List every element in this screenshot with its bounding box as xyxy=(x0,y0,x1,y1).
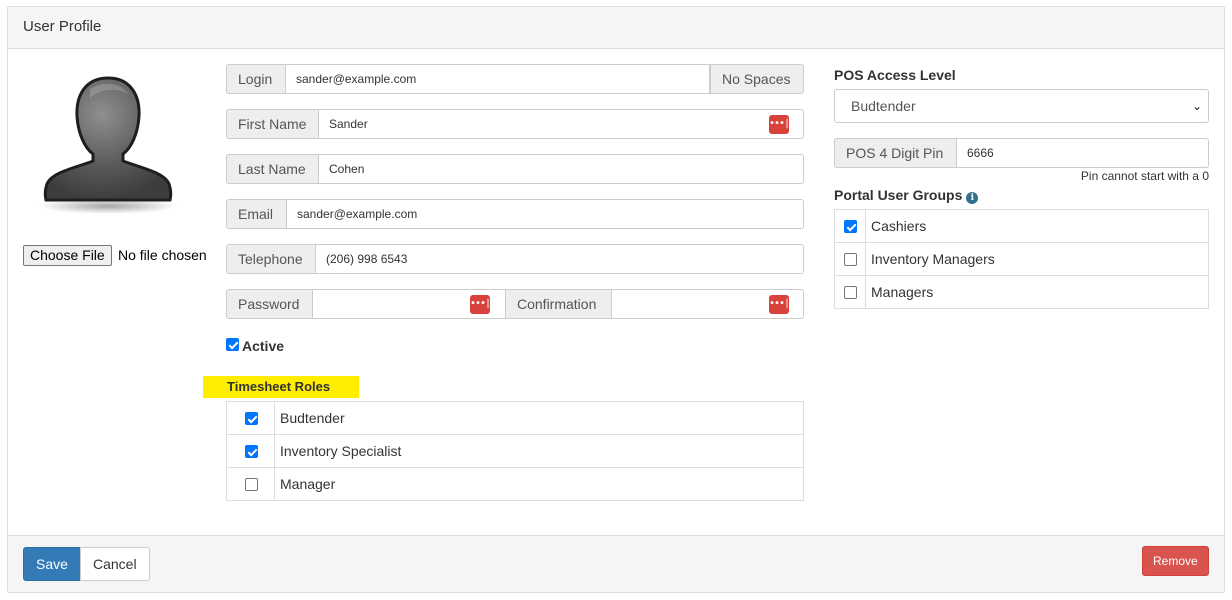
telephone-input[interactable]: (206) 998 6543 xyxy=(316,244,804,274)
first-name-label: First Name xyxy=(226,109,319,139)
telephone-group: Telephone (206) 998 6543 xyxy=(226,244,804,274)
login-group: Login sander@example.com No Spaces xyxy=(226,64,804,94)
last-name-group: Last Name Cohen xyxy=(226,154,804,184)
email-group: Email sander@example.com xyxy=(226,199,804,229)
pin-help-text: Pin cannot start with a 0 xyxy=(1080,169,1209,183)
table-row[interactable]: Managers xyxy=(834,275,1209,309)
group-checkbox-cashiers[interactable] xyxy=(844,220,857,233)
role-checkbox-inventory-specialist[interactable] xyxy=(245,445,258,458)
first-name-value: Sander xyxy=(329,117,368,131)
confirmation-label: Confirmation xyxy=(506,289,612,319)
role-label: Budtender xyxy=(274,401,804,435)
password-label: Password xyxy=(226,289,313,319)
chevron-down-icon: ⌄ xyxy=(1191,99,1202,113)
password-manager-icon[interactable]: •••| xyxy=(769,295,790,314)
table-row[interactable]: Inventory Managers xyxy=(834,242,1209,276)
table-row[interactable]: Manager xyxy=(226,467,804,501)
table-row[interactable]: Inventory Specialist xyxy=(226,434,804,468)
login-label: Login xyxy=(226,64,286,94)
panel-footer xyxy=(8,535,1224,592)
table-row[interactable]: Budtender xyxy=(226,401,804,435)
pos-access-level-value: Budtender xyxy=(851,98,916,114)
pos-pin-group: POS 4 Digit Pin 6666 xyxy=(834,138,1209,168)
choose-file-button[interactable]: Choose File xyxy=(23,245,112,266)
login-input[interactable]: sander@example.com xyxy=(286,64,710,94)
portal-groups-table: Cashiers Inventory Managers Managers xyxy=(834,209,1209,309)
info-icon[interactable]: i xyxy=(966,192,979,204)
password-group: Password •••| Confirmation •••| xyxy=(226,289,804,319)
timesheet-roles-table: Budtender Inventory Specialist Manager xyxy=(226,401,804,501)
active-label: Active xyxy=(242,338,285,354)
save-button[interactable]: Save xyxy=(23,547,81,581)
role-label: Manager xyxy=(274,467,804,501)
group-label: Managers xyxy=(865,275,1209,309)
first-name-group: First Name Sander •••| xyxy=(226,109,804,139)
role-checkbox-budtender[interactable] xyxy=(245,412,258,425)
group-checkbox-inventory-managers[interactable] xyxy=(844,253,857,266)
last-name-input[interactable]: Cohen xyxy=(319,154,804,184)
no-spaces-addon: No Spaces xyxy=(710,64,804,94)
portal-user-groups-title-text: Portal User Groups xyxy=(834,187,963,203)
portal-user-groups-title: Portal User Groups i xyxy=(834,187,979,204)
table-row[interactable]: Cashiers xyxy=(834,209,1209,243)
password-input[interactable]: •••| xyxy=(313,289,506,319)
group-label: Cashiers xyxy=(865,209,1209,243)
active-checkbox[interactable] xyxy=(226,338,239,351)
pos-access-level-label: POS Access Level xyxy=(834,67,956,83)
last-name-label: Last Name xyxy=(226,154,319,184)
group-label: Inventory Managers xyxy=(865,242,1209,276)
group-checkbox-managers[interactable] xyxy=(844,286,857,299)
cancel-button[interactable]: Cancel xyxy=(80,547,150,581)
pos-pin-label: POS 4 Digit Pin xyxy=(834,138,957,168)
role-label: Inventory Specialist xyxy=(274,434,804,468)
email-label: Email xyxy=(226,199,287,229)
pos-access-level-select[interactable]: Budtender ⌄ xyxy=(834,89,1209,123)
email-input[interactable]: sander@example.com xyxy=(287,199,804,229)
role-checkbox-manager[interactable] xyxy=(245,478,258,491)
password-manager-icon[interactable]: •••| xyxy=(470,295,491,314)
pos-pin-input[interactable]: 6666 xyxy=(957,138,1209,168)
password-manager-icon[interactable]: •••| xyxy=(769,115,790,134)
confirmation-input[interactable]: •••| xyxy=(612,289,804,319)
panel-title: User Profile xyxy=(8,7,1224,49)
file-status: No file chosen xyxy=(118,247,207,263)
remove-button[interactable]: Remove xyxy=(1142,546,1209,576)
telephone-label: Telephone xyxy=(226,244,316,274)
first-name-input[interactable]: Sander •••| xyxy=(319,109,804,139)
timesheet-roles-title: Timesheet Roles xyxy=(227,379,331,394)
user-silhouette-icon xyxy=(38,76,178,214)
